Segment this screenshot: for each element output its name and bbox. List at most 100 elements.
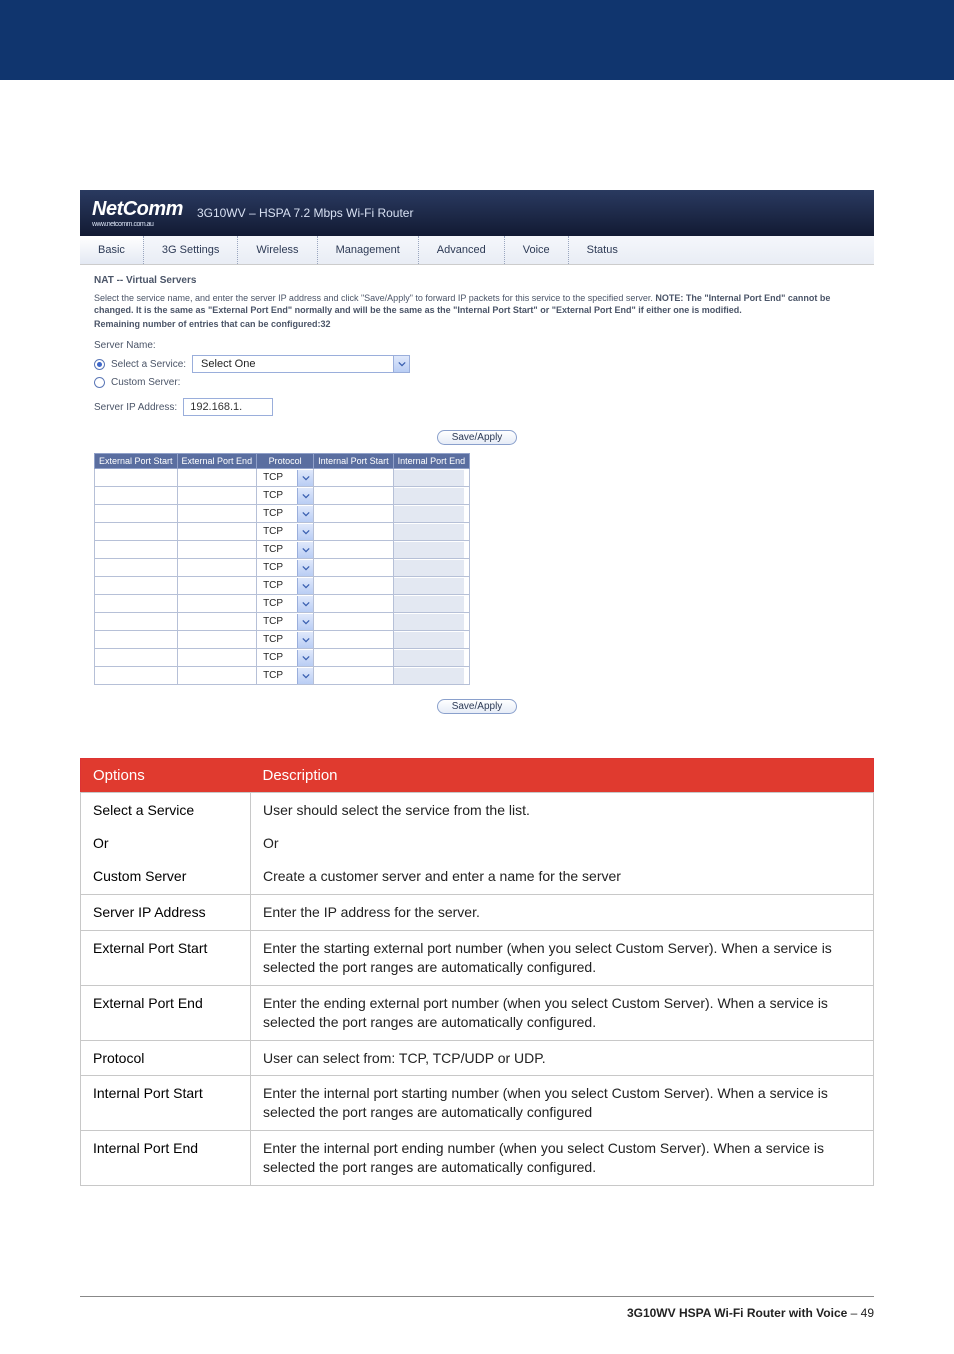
- ext-port-start-input[interactable]: [95, 488, 165, 504]
- protocol-select[interactable]: TCP: [257, 470, 313, 486]
- int-port-end-input: [394, 650, 464, 666]
- opt-server-ip: Server IP Address: [81, 895, 251, 931]
- nav-wireless[interactable]: Wireless: [237, 236, 316, 264]
- protocol-select[interactable]: TCP: [257, 650, 313, 666]
- protocol-value: TCP: [257, 652, 297, 663]
- int-port-start-input[interactable]: [314, 524, 384, 540]
- protocol-select[interactable]: TCP: [257, 488, 313, 504]
- save-apply-button-bottom[interactable]: Save/Apply: [437, 699, 518, 714]
- int-port-start-input[interactable]: [314, 470, 384, 486]
- ext-port-start-input[interactable]: [95, 668, 165, 684]
- select-service-label: Select a Service:: [111, 359, 186, 370]
- desc-or: Or: [263, 834, 861, 853]
- opt-or: Or: [93, 834, 238, 853]
- th-int-start: Internal Port Start: [314, 454, 394, 469]
- ext-port-end-input[interactable]: [178, 524, 248, 540]
- protocol-select[interactable]: TCP: [257, 560, 313, 576]
- chevron-down-icon: [297, 596, 313, 612]
- ext-port-start-input[interactable]: [95, 614, 165, 630]
- ext-port-start-input[interactable]: [95, 650, 165, 666]
- router-header: NetComm www.netcomm.com.au 3G10WV – HSPA…: [80, 190, 874, 236]
- table-row: TCP: [95, 559, 470, 577]
- custom-server-radio[interactable]: [94, 377, 105, 388]
- nav-status[interactable]: Status: [568, 236, 636, 264]
- nav-3g-settings[interactable]: 3G Settings: [143, 236, 237, 264]
- protocol-select[interactable]: TCP: [257, 614, 313, 630]
- protocol-select[interactable]: TCP: [257, 632, 313, 648]
- protocol-value: TCP: [257, 508, 297, 519]
- opt-ext-start: External Port Start: [81, 930, 251, 985]
- footer-page: 49: [861, 1306, 874, 1320]
- ext-port-end-input[interactable]: [178, 596, 248, 612]
- int-port-start-input[interactable]: [314, 596, 384, 612]
- opt-ext-end: External Port End: [81, 985, 251, 1040]
- chevron-down-icon: [297, 488, 313, 504]
- help-text: Select the service name, and enter the s…: [94, 292, 860, 330]
- logo-text: NetComm: [92, 199, 183, 219]
- protocol-select[interactable]: TCP: [257, 524, 313, 540]
- breadcrumb: NAT -- Virtual Servers: [94, 275, 860, 286]
- ext-port-start-input[interactable]: [95, 596, 165, 612]
- chevron-down-icon: [297, 668, 313, 684]
- ext-port-end-input[interactable]: [178, 488, 248, 504]
- router-screenshot: NetComm www.netcomm.com.au 3G10WV – HSPA…: [80, 190, 874, 732]
- ext-port-start-input[interactable]: [95, 524, 165, 540]
- nav-advanced[interactable]: Advanced: [418, 236, 504, 264]
- protocol-value: TCP: [257, 670, 297, 681]
- int-port-start-input[interactable]: [314, 506, 384, 522]
- ext-port-start-input[interactable]: [95, 578, 165, 594]
- chevron-down-icon: [297, 650, 313, 666]
- int-port-start-input[interactable]: [314, 578, 384, 594]
- ext-port-start-input[interactable]: [95, 560, 165, 576]
- nav-basic[interactable]: Basic: [80, 236, 143, 264]
- th-ext-end: External Port End: [177, 454, 257, 469]
- int-port-start-input[interactable]: [314, 650, 384, 666]
- ext-port-end-input[interactable]: [178, 614, 248, 630]
- select-service-dropdown[interactable]: Select One: [192, 355, 410, 373]
- table-row: TCP: [95, 469, 470, 487]
- ext-port-start-input[interactable]: [95, 542, 165, 558]
- protocol-select[interactable]: TCP: [257, 596, 313, 612]
- int-port-start-input[interactable]: [314, 488, 384, 504]
- protocol-value: TCP: [257, 526, 297, 537]
- chevron-down-icon: [297, 614, 313, 630]
- save-apply-button-top[interactable]: Save/Apply: [437, 430, 518, 445]
- protocol-select[interactable]: TCP: [257, 578, 313, 594]
- int-port-start-input[interactable]: [314, 668, 384, 684]
- server-name-label: Server Name:: [94, 340, 860, 351]
- protocol-select[interactable]: TCP: [257, 542, 313, 558]
- ext-port-end-input[interactable]: [178, 560, 248, 576]
- nav-management[interactable]: Management: [317, 236, 418, 264]
- protocol-value: TCP: [257, 616, 297, 627]
- int-port-start-input[interactable]: [314, 614, 384, 630]
- ext-port-end-input[interactable]: [178, 578, 248, 594]
- ext-port-end-input[interactable]: [178, 632, 248, 648]
- footer-sep: –: [847, 1306, 860, 1320]
- nav-voice[interactable]: Voice: [504, 236, 568, 264]
- ext-port-start-input[interactable]: [95, 470, 165, 486]
- ext-port-end-input[interactable]: [178, 470, 248, 486]
- int-port-start-input[interactable]: [314, 560, 384, 576]
- desc-header-description: Description: [251, 759, 874, 793]
- int-port-start-input[interactable]: [314, 542, 384, 558]
- ext-port-end-input[interactable]: [178, 542, 248, 558]
- int-port-start-input[interactable]: [314, 632, 384, 648]
- help-1: Select the service name, and enter the s…: [94, 293, 655, 303]
- int-port-end-input: [394, 506, 464, 522]
- ext-port-start-input[interactable]: [95, 506, 165, 522]
- protocol-select[interactable]: TCP: [257, 668, 313, 684]
- top-band: [0, 0, 954, 80]
- desc-custom-server: Create a customer server and enter a nam…: [263, 867, 861, 886]
- select-service-radio[interactable]: [94, 359, 105, 370]
- nav-bar: Basic 3G Settings Wireless Management Ad…: [80, 236, 874, 265]
- ext-port-end-input[interactable]: [178, 650, 248, 666]
- chevron-down-icon: [297, 560, 313, 576]
- desc-header-options: Options: [81, 759, 251, 793]
- protocol-value: TCP: [257, 580, 297, 591]
- footer-product: 3G10WV HSPA Wi-Fi Router with Voice: [627, 1306, 847, 1320]
- protocol-select[interactable]: TCP: [257, 506, 313, 522]
- ext-port-end-input[interactable]: [178, 668, 248, 684]
- ext-port-end-input[interactable]: [178, 506, 248, 522]
- ext-port-start-input[interactable]: [95, 632, 165, 648]
- server-ip-input[interactable]: 192.168.1.: [183, 398, 273, 416]
